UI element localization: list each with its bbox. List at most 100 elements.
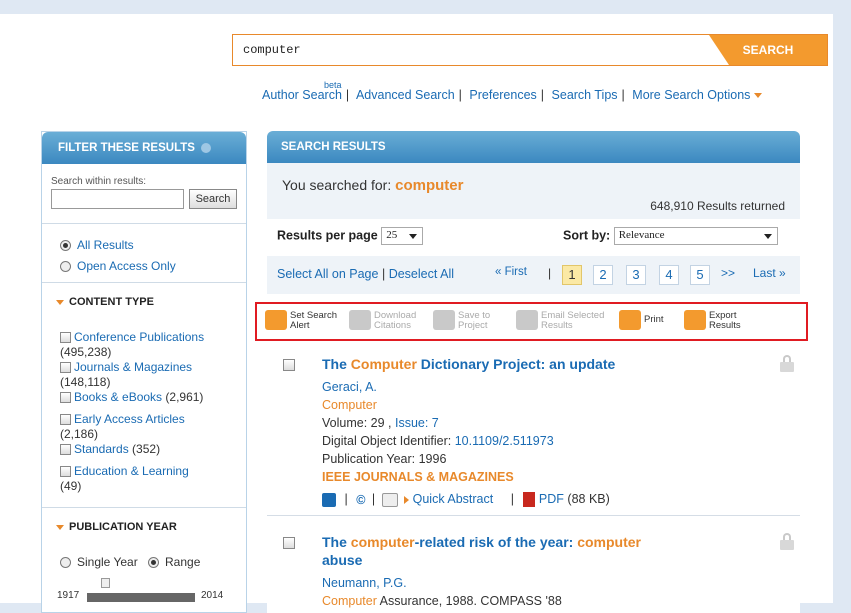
email-icon [516, 310, 538, 330]
search-links: beta Author Search | Advanced Search | Pre… [262, 80, 802, 106]
select-all-link[interactable]: Select All on Page [277, 267, 378, 281]
slider-thumb[interactable] [101, 578, 110, 588]
collapse-icon [56, 299, 64, 305]
copyright-icon[interactable]: © [356, 493, 365, 507]
result-source[interactable]: Computer Assurance, 1988. COMPASS '88 [322, 593, 562, 609]
pdf-size: (88 KB) [567, 492, 610, 506]
search-within-input[interactable] [51, 189, 184, 209]
you-searched-label: You searched for: computer [282, 177, 464, 194]
slider-track[interactable] [87, 593, 195, 602]
page-1[interactable]: 1 [562, 265, 582, 285]
checkbox-icon[interactable] [60, 392, 71, 404]
expand-arrow-icon [404, 495, 410, 504]
content-type-item[interactable]: Books & eBooks (2,961) [60, 390, 240, 405]
single-year-radio[interactable]: Single Year [60, 555, 138, 569]
checkbox-icon[interactable] [60, 466, 71, 478]
rights-icon[interactable] [322, 492, 336, 507]
search-summary: You searched for: computer 648,910 Resul… [267, 163, 800, 219]
search-tips-link[interactable]: Search Tips [552, 88, 618, 102]
deselect-all-link[interactable]: Deselect All [389, 267, 454, 281]
sort-by: Sort by: Relevance [563, 227, 778, 245]
results-toolbar: Set Search Alert Download Citations Save t… [255, 302, 808, 341]
alert-clock-icon [265, 310, 287, 330]
checkbox-icon[interactable] [60, 332, 71, 344]
page-3[interactable]: 3 [626, 265, 646, 285]
next-pages-link[interactable]: >> [721, 266, 735, 280]
magnifier-icon [381, 492, 398, 507]
result-year: Publication Year: 1996 [322, 452, 447, 466]
result-author[interactable]: Geraci, A. [322, 379, 377, 395]
content-type-title[interactable]: CONTENT TYPE [56, 296, 154, 308]
content-type-item[interactable]: Standards (352) [60, 442, 240, 457]
results-per-page-select[interactable]: 25 [381, 227, 424, 245]
divider [42, 507, 246, 508]
search-within-button[interactable]: Search [189, 189, 237, 209]
last-page-link[interactable]: Last » [753, 266, 786, 280]
result-author[interactable]: Neumann, P.G. [322, 575, 407, 591]
checkbox-icon[interactable] [60, 414, 71, 426]
first-page-link[interactable]: « First [495, 266, 527, 278]
result-checkbox[interactable] [283, 359, 295, 371]
divider [42, 223, 246, 224]
export-grid-icon [684, 310, 706, 330]
result-pubtype[interactable]: IEEE JOURNALS & MAGAZINES [322, 469, 514, 485]
result-source[interactable]: Computer [322, 397, 377, 413]
help-icon[interactable] [200, 142, 211, 153]
results-per-page: Results per page 25 [277, 227, 424, 245]
lock-icon [780, 355, 794, 373]
result-actions: | © | Quick Abstract | PDF (88 KB) [322, 492, 610, 508]
more-search-options-link[interactable]: More Search Options [632, 88, 750, 102]
preferences-link[interactable]: Preferences [469, 88, 536, 102]
radio-icon [60, 557, 71, 569]
radio-selected-icon [60, 240, 71, 252]
filter-title: FILTER THESE RESULTS [58, 142, 195, 154]
all-results-radio[interactable]: All Results [60, 238, 134, 252]
pdf-icon [523, 492, 536, 508]
filter-panel: FILTER THESE RESULTS Search within resul… [41, 131, 247, 613]
content-type-item[interactable]: Education & Learning (49) [60, 464, 240, 494]
result-volume: Volume: 29 , Issue: 7 [322, 416, 439, 430]
pdf-link[interactable]: PDF [539, 492, 564, 506]
print-icon [619, 310, 641, 330]
page-5[interactable]: 5 [690, 265, 710, 285]
publication-year-title[interactable]: PUBLICATION YEAR [56, 521, 177, 533]
frame-top [0, 0, 851, 14]
search-bar: SEARCH [232, 34, 828, 66]
filter-header: FILTER THESE RESULTS [42, 132, 246, 164]
results-count: 648,910 Results returned [650, 199, 785, 213]
frame-right [833, 0, 851, 613]
content-type-item[interactable]: Conference Publications (495,238) [60, 330, 240, 360]
content-type-item[interactable]: Journals & Magazines (148,118) [60, 360, 240, 390]
year-max-label: 2014 [201, 590, 224, 601]
doi-link[interactable]: 10.1109/2.511973 [455, 434, 554, 448]
search-button[interactable]: SEARCH [709, 35, 827, 65]
radio-selected-icon [148, 557, 159, 569]
author-search-link[interactable]: Author Search [262, 88, 342, 102]
page-4[interactable]: 4 [659, 265, 679, 285]
chevron-down-icon [754, 93, 763, 99]
sort-select[interactable]: Relevance [613, 227, 778, 245]
result-doi: Digital Object Identifier: 10.1109/2.511… [322, 434, 554, 448]
checkbox-icon[interactable] [60, 362, 71, 374]
result-checkbox[interactable] [283, 537, 295, 549]
result-title[interactable]: The Computer Dictionary Project: an upda… [322, 355, 712, 373]
chevron-down-icon [409, 234, 418, 239]
pagination-row: Select All on Page | Deselect All « Firs… [267, 256, 800, 294]
search-within-label: Search within results: [51, 176, 147, 187]
page-2[interactable]: 2 [593, 265, 613, 285]
advanced-search-link[interactable]: Advanced Search [356, 88, 455, 102]
result-title[interactable]: The computer-related risk of the year: c… [322, 533, 692, 569]
year-range-slider[interactable]: 1917 2014 [57, 578, 237, 602]
issue-link[interactable]: Issue: 7 [395, 416, 439, 430]
range-radio[interactable]: Range [148, 555, 200, 569]
open-access-radio[interactable]: Open Access Only [60, 259, 176, 273]
divider [267, 515, 800, 516]
divider [42, 282, 246, 283]
results-header: SEARCH RESULTS [267, 131, 800, 163]
content-type-item[interactable]: Early Access Articles (2,186) [60, 412, 240, 442]
search-term: computer [395, 177, 464, 194]
search-input[interactable] [233, 35, 713, 65]
quick-abstract-link[interactable]: Quick Abstract [413, 492, 494, 506]
collapse-icon [56, 524, 64, 530]
checkbox-icon[interactable] [60, 444, 71, 456]
